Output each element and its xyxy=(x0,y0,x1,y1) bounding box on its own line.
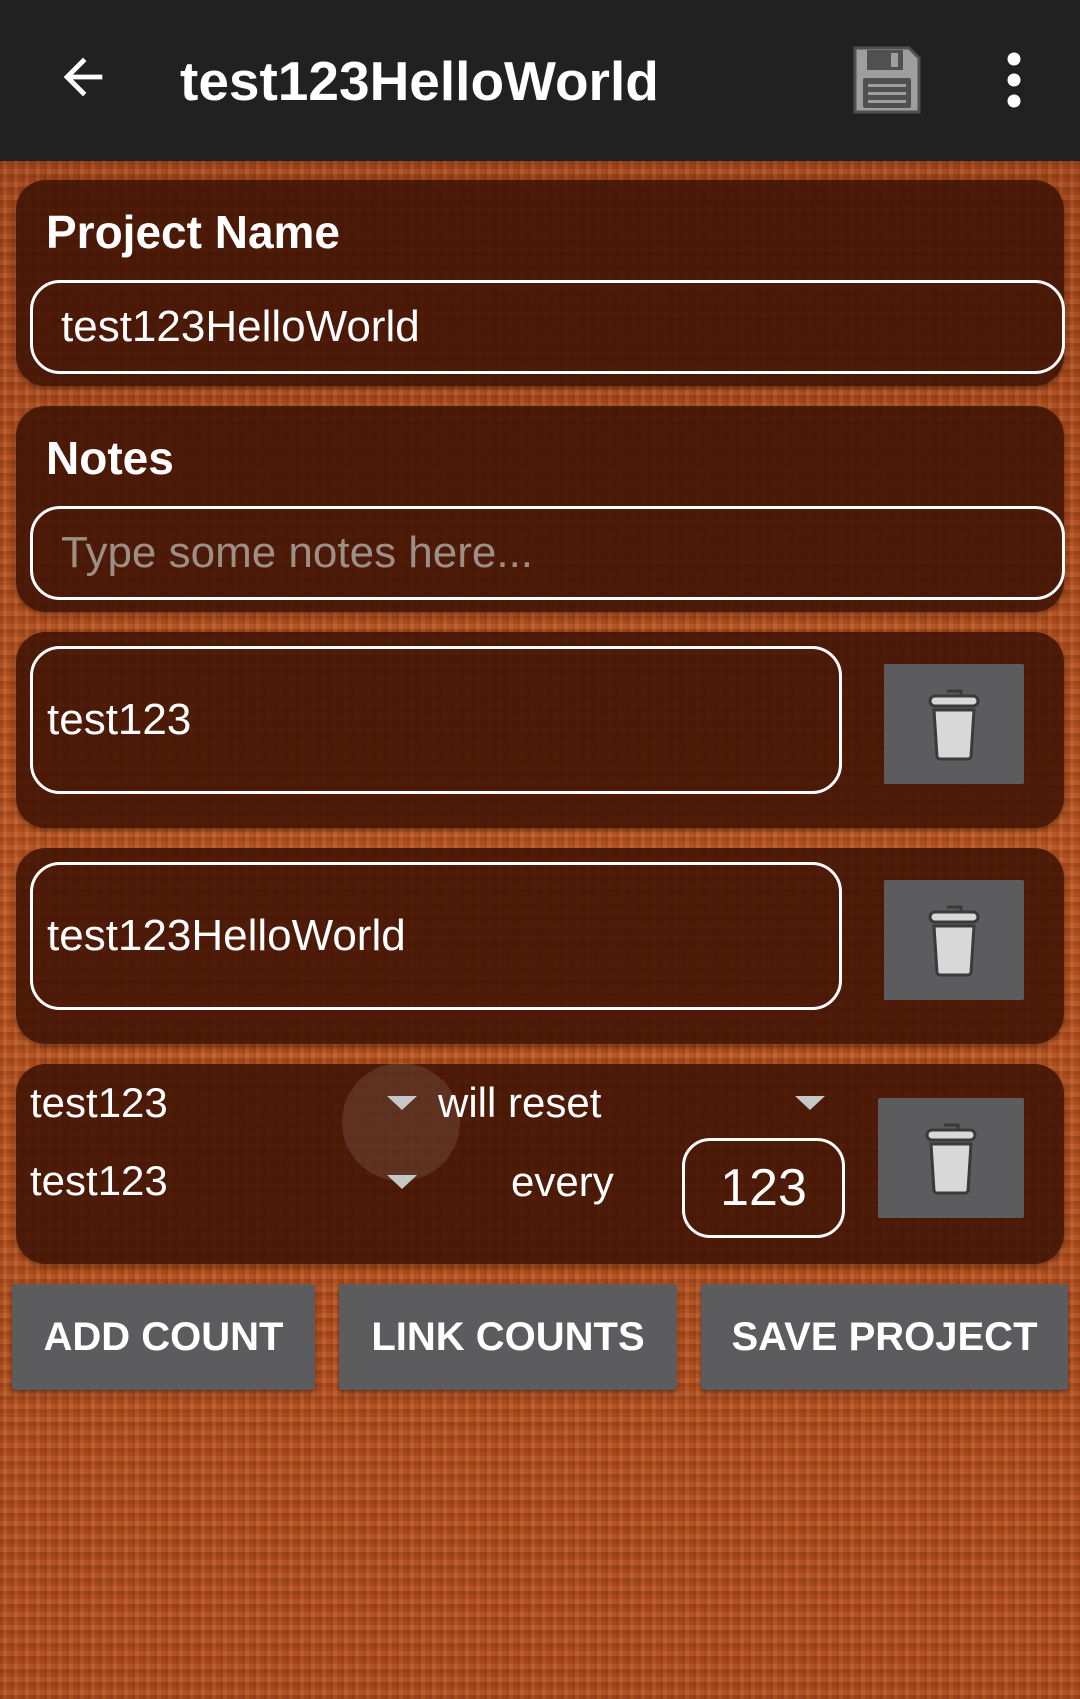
project-name-label: Project Name xyxy=(46,206,341,258)
link-counts-button[interactable]: LINK COUNTS xyxy=(339,1284,677,1390)
add-count-button[interactable]: ADD COUNT xyxy=(12,1284,315,1390)
arrow-back-icon[interactable] xyxy=(54,48,112,106)
trash-icon xyxy=(925,1123,977,1195)
dropdown-arrow-icon[interactable] xyxy=(387,1175,417,1189)
trash-icon xyxy=(928,905,980,977)
delete-count-button[interactable] xyxy=(884,664,1024,784)
count-card: test123HelloWorld xyxy=(16,848,1064,1044)
app-bar: test123HelloWorld xyxy=(0,0,1080,161)
delete-link-button[interactable] xyxy=(878,1098,1024,1218)
count-name-field[interactable]: test123 xyxy=(30,646,842,794)
notes-field[interactable] xyxy=(30,506,1065,600)
floppy-disk-icon[interactable] xyxy=(851,44,923,116)
source-count-dropdown[interactable]: test123 xyxy=(30,1078,168,1128)
more-vert-icon[interactable] xyxy=(994,52,1034,108)
every-label: every xyxy=(511,1158,614,1205)
count-name-field[interactable]: test123HelloWorld xyxy=(30,862,842,1010)
every-value-field[interactable]: 123 xyxy=(682,1138,845,1238)
notes-label: Notes xyxy=(46,432,174,484)
notes-card: Notes xyxy=(16,406,1065,612)
count-card: test123 xyxy=(16,632,1064,828)
project-name-card: Project Name test123HelloWorld xyxy=(16,180,1065,386)
project-name-field[interactable]: test123HelloWorld xyxy=(30,280,1065,374)
dropdown-arrow-icon[interactable] xyxy=(387,1096,417,1110)
dropdown-arrow-icon[interactable] xyxy=(795,1096,825,1110)
link-action-dropdown[interactable]: will reset xyxy=(438,1078,601,1128)
app-bar-title: test123HelloWorld xyxy=(180,50,659,112)
target-count-dropdown[interactable]: test123 xyxy=(30,1156,168,1206)
save-project-button[interactable]: SAVE PROJECT xyxy=(701,1284,1068,1390)
trash-icon xyxy=(928,689,980,761)
delete-count-button[interactable] xyxy=(884,880,1024,1000)
